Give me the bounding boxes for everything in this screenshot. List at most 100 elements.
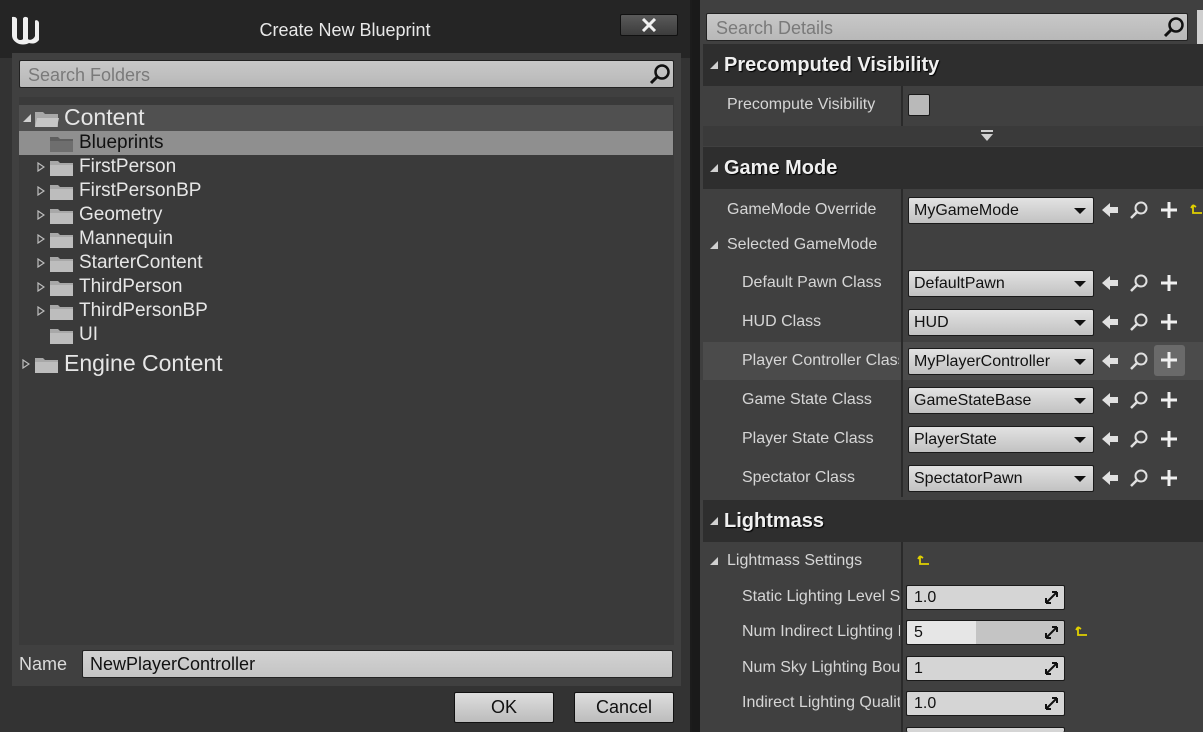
search-icon[interactable] [649,63,671,85]
expand-triangle-icon[interactable] [37,282,45,292]
num-sky-lighting-bounces-field[interactable]: 1 [906,656,1065,681]
reset-to-default-icon[interactable] [1190,203,1203,217]
column-splitter[interactable] [901,542,903,732]
game-state-class-dropdown[interactable]: GameStateBase [908,387,1094,414]
precompute-visibility-checkbox[interactable] [908,94,930,116]
category-lightmass[interactable]: Lightmass [703,500,1203,542]
add-new-plus-icon[interactable] [1159,312,1179,332]
expand-triangle-icon[interactable] [37,186,45,196]
collapse-triangle-icon[interactable] [22,113,32,123]
reset-to-default-icon[interactable] [917,554,931,568]
spectator-class-dropdown[interactable]: SpectatorPawn [908,465,1094,492]
hud-class-dropdown[interactable]: HUD [908,309,1094,336]
folder-icon [50,329,73,344]
search-folders-field[interactable] [19,60,674,88]
folder-icon [50,185,73,200]
search-icon[interactable] [1163,16,1185,38]
expand-triangle-icon[interactable] [37,306,45,316]
dropdown-arrow-icon [1074,359,1086,365]
collapse-triangle-icon[interactable] [709,556,719,566]
num-sky-lighting-bounces-label: Num Sky Lighting Bounces [742,659,900,676]
tree-item-blueprints[interactable]: Blueprints [19,131,673,155]
collapse-triangle-icon[interactable] [709,240,719,250]
add-new-plus-icon[interactable] [1159,468,1179,488]
spin-drag-icon[interactable] [1045,697,1058,710]
folder-icon [50,209,73,224]
player-state-class-dropdown[interactable]: PlayerState [908,426,1094,453]
collapse-triangle-icon[interactable] [709,163,719,173]
tree-item-mannequin[interactable]: Mannequin [19,227,673,251]
precompute-visibility-label: Precompute Visibility [727,96,876,113]
search-details-field[interactable] [706,13,1188,41]
default-pawn-class-label: Default Pawn Class [742,274,882,291]
dialog-title: Create New Blueprint [259,20,431,40]
expand-triangle-icon[interactable] [37,258,45,268]
browse-search-icon[interactable] [1129,429,1149,449]
add-new-plus-icon [1161,352,1177,368]
tree-item-thirdpersonbp[interactable]: ThirdPersonBP [19,299,673,323]
add-new-plus-icon[interactable] [1159,273,1179,293]
search-details-input[interactable] [714,17,1158,39]
use-selected-arrow-icon[interactable] [1100,200,1120,220]
expand-triangle-icon[interactable] [22,359,30,369]
category-game-mode[interactable]: Game Mode [703,147,1203,189]
cancel-button[interactable]: Cancel [574,692,674,723]
tree-item-firstperson[interactable]: FirstPerson [19,155,673,179]
add-new-plus-icon[interactable] [1159,429,1179,449]
indirect-lighting-quality-field[interactable]: 1.0 [906,691,1065,716]
add-new-plus-icon[interactable] [1159,390,1179,410]
reset-to-default-icon[interactable] [1075,625,1089,639]
category-precomputed-visibility[interactable]: Precomputed Visibility [703,44,1203,86]
tree-item-ui[interactable]: UI [19,323,673,347]
search-folders-input[interactable] [26,64,640,86]
use-selected-arrow-icon[interactable] [1100,429,1120,449]
advanced-expander[interactable] [703,126,1203,146]
use-selected-arrow-icon[interactable] [1100,351,1120,371]
tree-item-startercontent[interactable]: StarterContent [19,251,673,275]
use-selected-arrow-icon[interactable] [1100,390,1120,410]
collapse-triangle-icon[interactable] [709,60,719,70]
tree-item-content[interactable]: Content [19,104,673,131]
spin-drag-icon[interactable] [1045,591,1058,604]
expand-triangle-icon[interactable] [37,210,45,220]
tree-item-thirdperson[interactable]: ThirdPerson [19,275,673,299]
field-value: 1 [914,660,923,677]
add-new-button-hover[interactable] [1154,345,1185,376]
column-splitter[interactable] [901,342,903,380]
browse-search-icon[interactable] [1129,468,1149,488]
folder-icon [35,358,58,373]
use-selected-arrow-icon[interactable] [1100,273,1120,293]
browse-search-icon[interactable] [1129,351,1149,371]
expand-triangle-icon[interactable] [37,162,45,172]
static-lighting-level-scale-field[interactable]: 1.0 [906,585,1065,610]
close-icon [641,18,657,32]
tree-item-label: Content [64,104,145,130]
next-property-field-partial[interactable] [906,727,1065,732]
num-indirect-lighting-bounces-slider[interactable]: 5 [906,620,1065,645]
field-value: 5 [914,624,923,641]
dropdown-arrow-icon [1074,437,1086,443]
dropdown-value: MyGameMode [914,202,1019,219]
use-selected-arrow-icon[interactable] [1100,468,1120,488]
spin-drag-icon[interactable] [1045,662,1058,675]
browse-search-icon[interactable] [1129,312,1149,332]
collapse-triangle-icon[interactable] [709,516,719,526]
tree-item-engine-content[interactable]: Engine Content [19,350,673,379]
ok-button[interactable]: OK [454,692,554,723]
close-button[interactable] [620,14,678,36]
column-splitter[interactable] [901,86,903,126]
add-new-plus-icon[interactable] [1159,200,1179,220]
browse-search-icon[interactable] [1129,200,1149,220]
tree-item-firstpersonbp[interactable]: FirstPersonBP [19,179,673,203]
player-controller-class-dropdown[interactable]: MyPlayerController [908,348,1094,375]
expand-triangle-icon[interactable] [37,234,45,244]
browse-search-icon[interactable] [1129,273,1149,293]
spin-drag-icon[interactable] [1045,626,1058,639]
browse-search-icon[interactable] [1129,390,1149,410]
indirect-lighting-quality-label: Indirect Lighting Quality [742,694,900,711]
gamemode-override-dropdown[interactable]: MyGameMode [908,197,1094,224]
use-selected-arrow-icon[interactable] [1100,312,1120,332]
tree-item-geometry[interactable]: Geometry [19,203,673,227]
default-pawn-class-dropdown[interactable]: DefaultPawn [908,270,1094,297]
blueprint-name-input[interactable] [82,650,673,678]
